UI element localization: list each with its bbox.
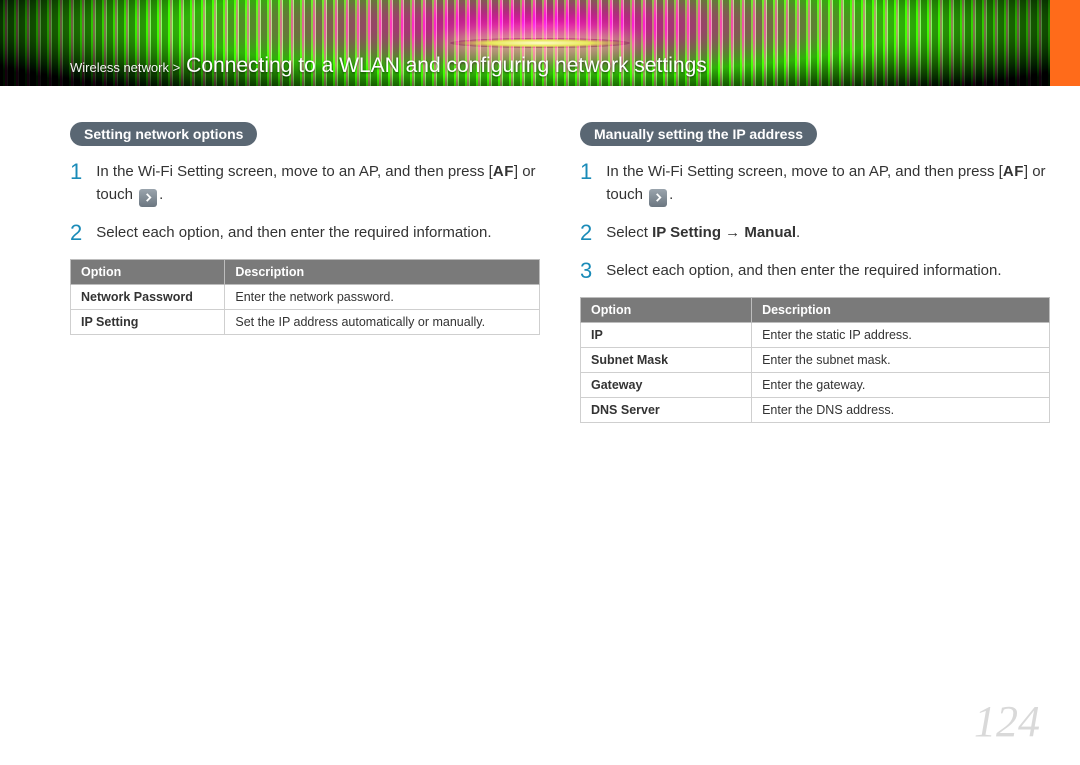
table-header-option: Option [581, 298, 752, 323]
table-row: Network Password Enter the network passw… [71, 284, 540, 309]
step-text: In the Wi-Fi Setting screen, move to an … [96, 160, 540, 207]
table-header-option: Option [71, 259, 225, 284]
table-header-description: Description [752, 298, 1050, 323]
step-text: Select each option, and then enter the r… [96, 221, 540, 245]
af-button-label: AF [1003, 160, 1024, 183]
chevron-right-icon [649, 189, 667, 207]
right-step-1: 1 In the Wi-Fi Setting screen, move to a… [580, 160, 1050, 207]
right-step-3: 3 Select each option, and then enter the… [580, 259, 1050, 283]
step-number: 1 [580, 160, 592, 207]
step-text: In the Wi-Fi Setting screen, move to an … [606, 160, 1050, 207]
step-number: 1 [70, 160, 82, 207]
step-text: Select IP Setting → Manual. [606, 221, 1050, 245]
ip-options-table: Option Description IP Enter the static I… [580, 297, 1050, 423]
heading-network-options: Setting network options [70, 122, 257, 146]
right-column: Manually setting the IP address 1 In the… [580, 122, 1050, 423]
network-options-table: Option Description Network Password Ente… [70, 259, 540, 335]
step-text: Select each option, and then enter the r… [606, 259, 1050, 283]
left-step-2: 2 Select each option, and then enter the… [70, 221, 540, 245]
table-row: Subnet Mask Enter the subnet mask. [581, 348, 1050, 373]
banner-highlight [450, 38, 630, 48]
page-number: 124 [974, 696, 1040, 747]
step-number: 2 [70, 221, 82, 245]
table-row: DNS Server Enter the DNS address. [581, 398, 1050, 423]
right-step-2: 2 Select IP Setting → Manual. [580, 221, 1050, 245]
step-number: 2 [580, 221, 592, 245]
table-row: IP Enter the static IP address. [581, 323, 1050, 348]
content-columns: Setting network options 1 In the Wi-Fi S… [0, 86, 1080, 423]
breadcrumb-section: Wireless network > [70, 60, 180, 75]
header-banner: Wireless network > Connecting to a WLAN … [0, 0, 1080, 86]
left-step-1: 1 In the Wi-Fi Setting screen, move to a… [70, 160, 540, 207]
chevron-right-icon [139, 189, 157, 207]
table-row: Gateway Enter the gateway. [581, 373, 1050, 398]
heading-manual-ip: Manually setting the IP address [580, 122, 817, 146]
step-number: 3 [580, 259, 592, 283]
af-button-label: AF [493, 160, 514, 183]
breadcrumb: Wireless network > Connecting to a WLAN … [70, 54, 707, 78]
left-column: Setting network options 1 In the Wi-Fi S… [70, 122, 540, 423]
table-row: IP Setting Set the IP address automatica… [71, 309, 540, 334]
section-color-tab [1050, 0, 1080, 86]
table-header-description: Description [225, 259, 540, 284]
page-title: Connecting to a WLAN and configuring net… [186, 54, 707, 78]
